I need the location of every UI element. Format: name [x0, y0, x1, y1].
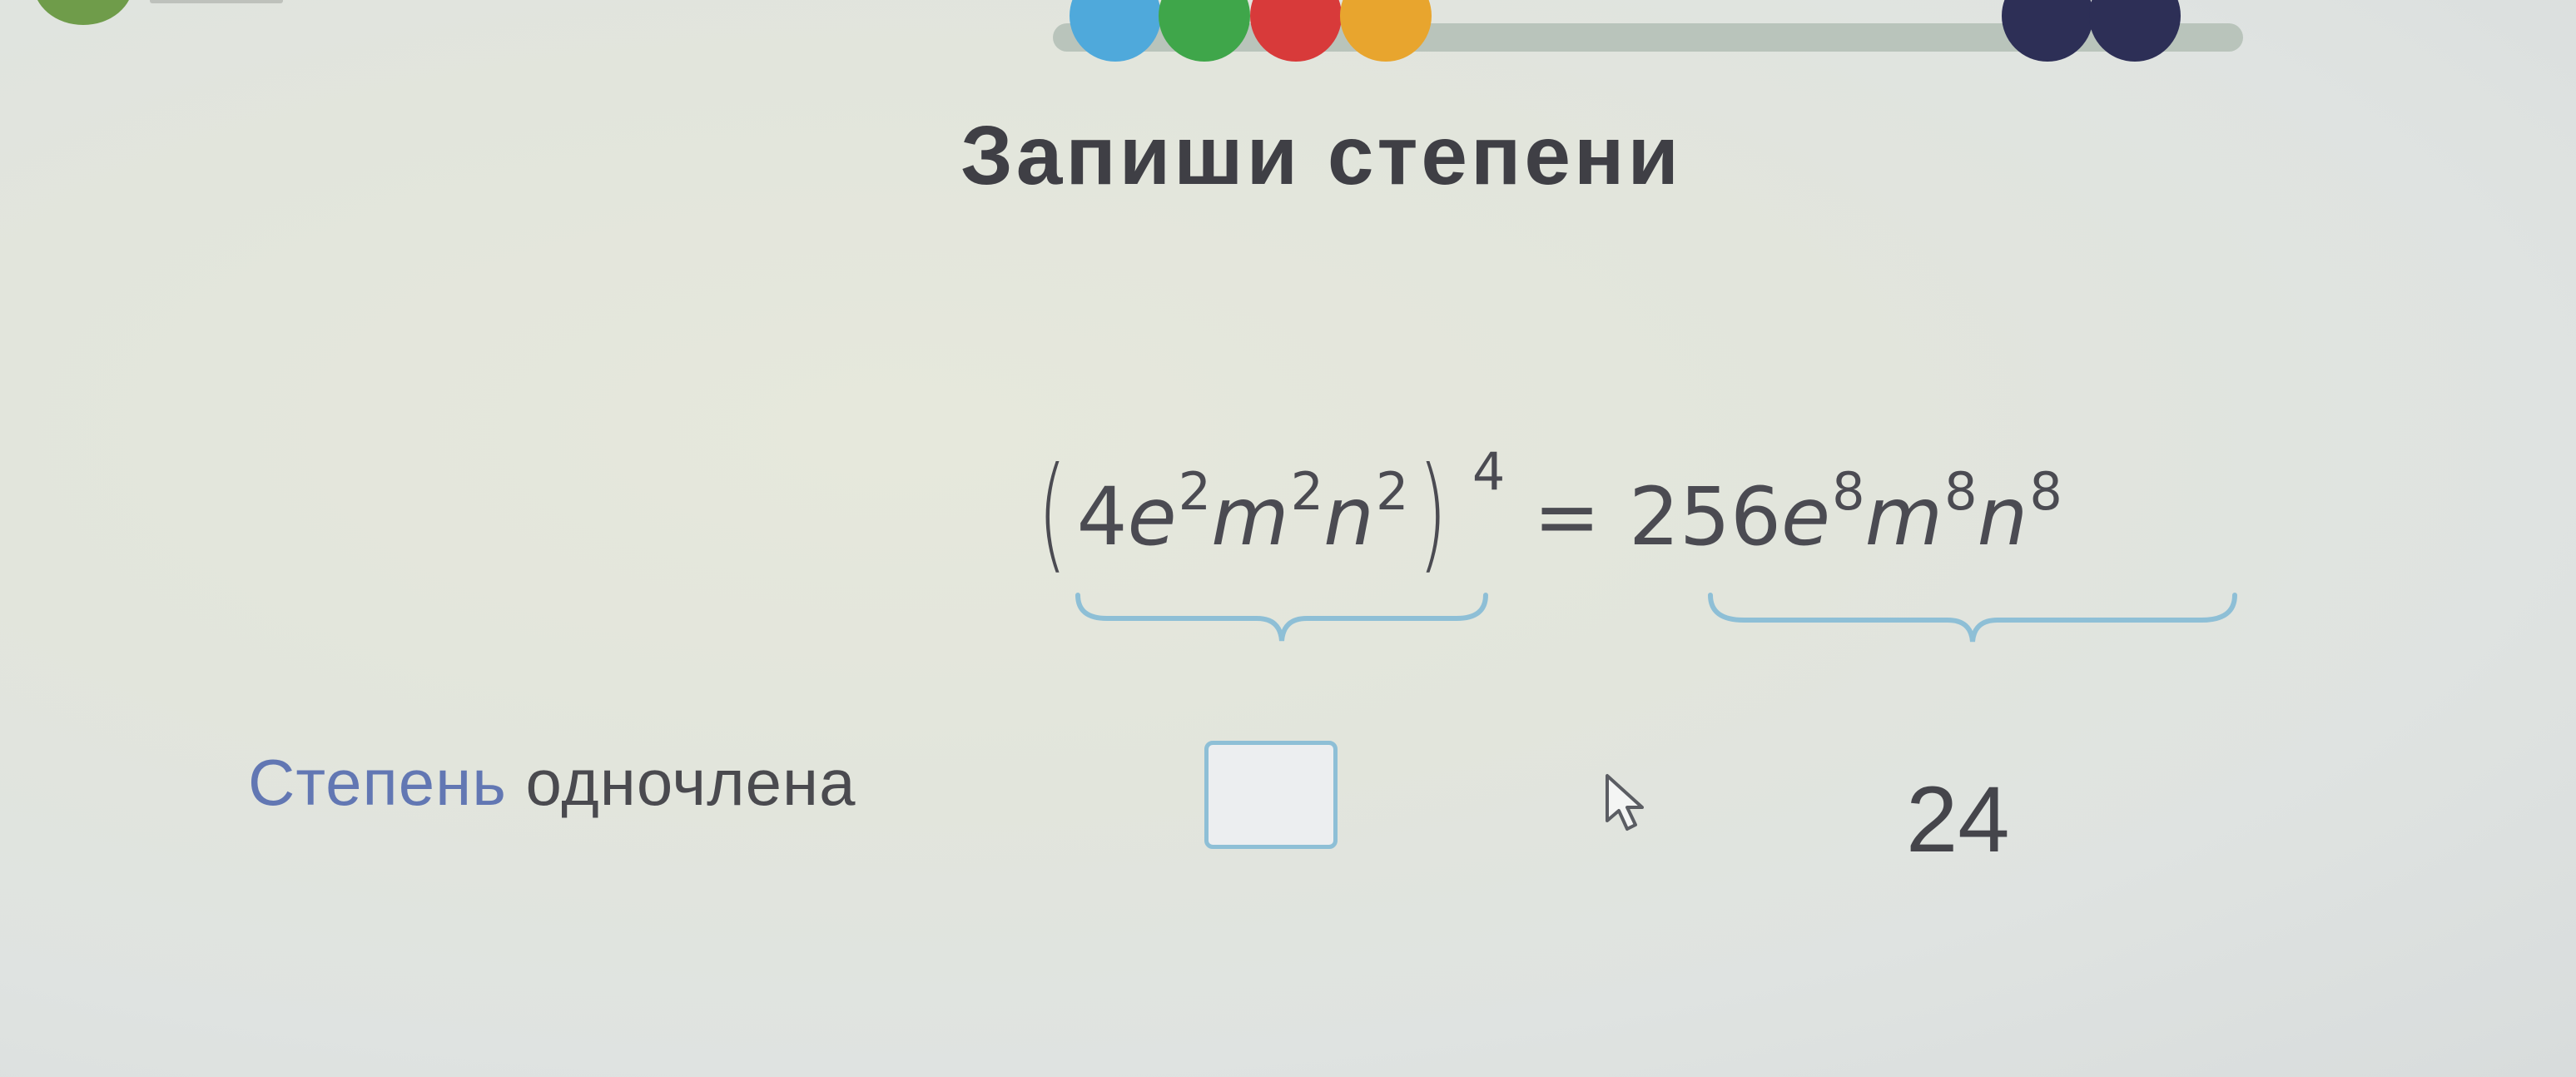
degree-label-link[interactable]: Степень — [248, 746, 507, 819]
outer-exponent: 4 — [1472, 441, 1506, 502]
progress-bar — [1053, 0, 2243, 62]
rhs-coefficient: 256 — [1628, 470, 1782, 563]
progress-dot-red[interactable] — [1250, 0, 1342, 62]
lhs-underbrace — [1075, 593, 1488, 642]
close-paren: ) — [1418, 441, 1448, 586]
back-icon[interactable] — [33, 0, 133, 25]
lhs-coefficient: 4 — [1076, 470, 1128, 563]
degree-answer-input[interactable] — [1204, 741, 1338, 849]
rhs-var-e: e — [1781, 470, 1831, 563]
progress-dot-blue[interactable] — [1070, 0, 1161, 62]
equals-sign: = — [1533, 470, 1601, 563]
progress-dot-green[interactable] — [1159, 0, 1250, 62]
rhs-degree-value: 24 — [1906, 767, 2010, 871]
rhs-exp-m: 8 — [1944, 461, 1978, 522]
lhs-exp-e: 2 — [1178, 461, 1212, 522]
mouse-cursor-icon — [1606, 774, 1644, 831]
progress-dot-navy-2[interactable] — [2089, 0, 2181, 62]
rhs-var-n: n — [1977, 470, 2028, 563]
lhs-var-m: m — [1211, 470, 1289, 563]
rhs-exp-e: 8 — [1832, 461, 1865, 522]
monomial-formula: (4e2m2n2) 4 = 256e8m8n8 — [1028, 441, 2062, 608]
progress-dot-orange[interactable] — [1340, 0, 1432, 62]
open-paren: ( — [1037, 441, 1067, 586]
degree-label-text: одночлена — [506, 746, 856, 819]
lhs-var-n: n — [1323, 470, 1374, 563]
progress-dot-navy-1[interactable] — [2002, 0, 2093, 62]
rhs-underbrace — [1708, 593, 2237, 643]
top-left-label — [150, 0, 283, 3]
rhs-exp-n: 8 — [2029, 461, 2062, 522]
lhs-exp-n: 2 — [1375, 461, 1409, 522]
task-title: Запиши степени — [960, 109, 1682, 202]
lhs-exp-m: 2 — [1290, 461, 1324, 522]
monomial-degree-label: Степень одночлена — [248, 745, 856, 821]
rhs-var-m: m — [1864, 470, 1943, 563]
lhs-var-e: e — [1127, 470, 1177, 563]
